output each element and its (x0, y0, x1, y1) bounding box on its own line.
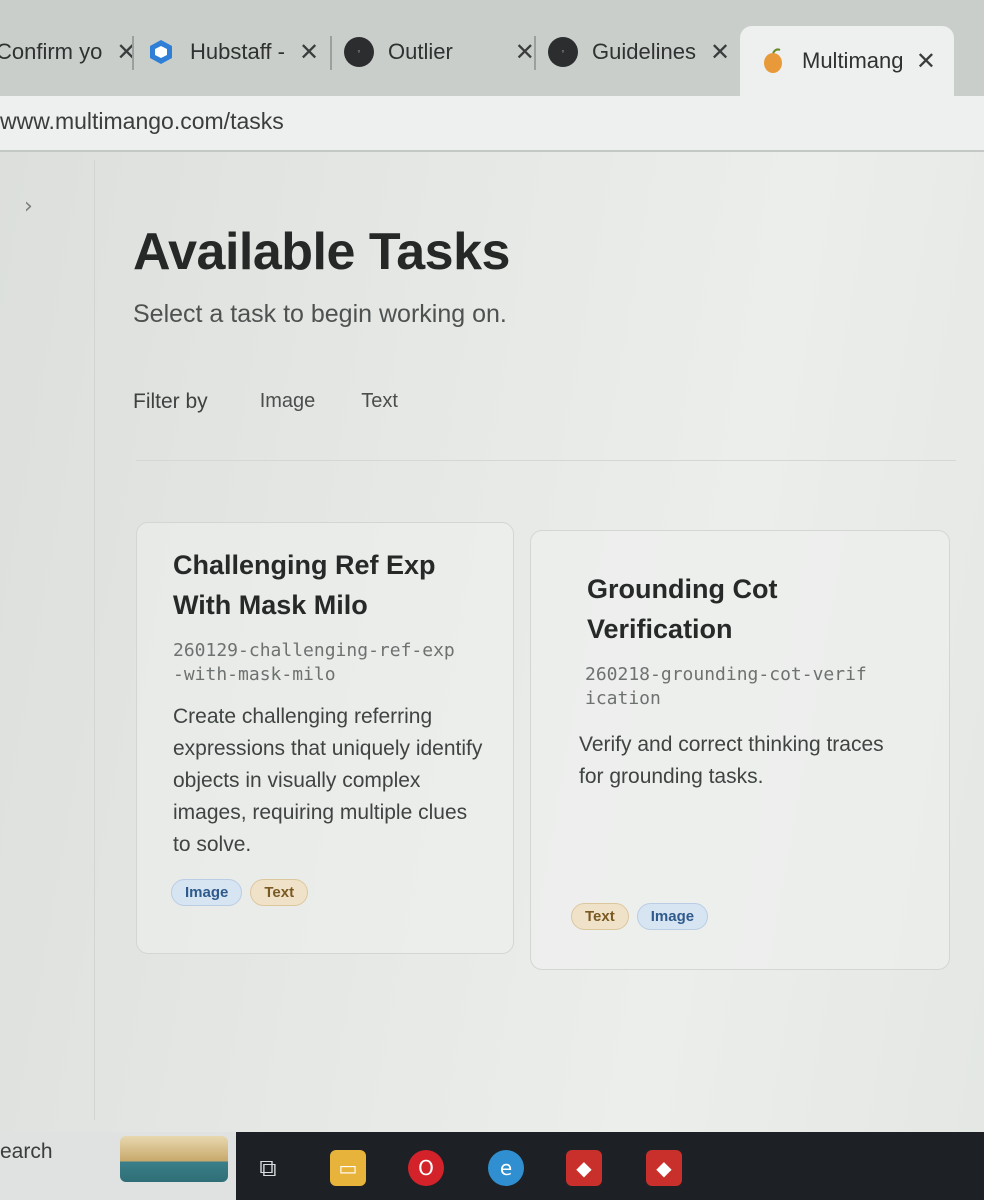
task-tags: Image Text (171, 879, 309, 906)
tab-separator (330, 36, 332, 70)
task-description: Create challenging referring expressions… (173, 705, 483, 856)
filter-label: Filter by (133, 389, 208, 413)
outlier-icon: ◦ (548, 37, 578, 67)
task-view-icon[interactable]: ⧉ (250, 1150, 286, 1186)
tag-badge: Text (250, 879, 309, 906)
tab-separator (132, 36, 134, 70)
file-explorer-icon[interactable]: ▭ (330, 1150, 366, 1186)
tab-title: Confirm yo (0, 39, 103, 64)
taskbar-search[interactable]: earch (0, 1140, 53, 1164)
page-subtitle: Select a task to begin working on. (133, 300, 507, 328)
tab-title: Hubstaff - (190, 39, 285, 64)
task-id: 260129-challenging-ref-exp-with-mask-mil… (173, 640, 455, 685)
tab-hubstaff[interactable]: Hubstaff - ✕ (146, 22, 319, 82)
tag-badge: Image (636, 903, 709, 930)
close-tab-icon[interactable]: ✕ (710, 38, 730, 66)
close-tab-icon[interactable]: ✕ (916, 47, 936, 75)
tab-title: Multimang (802, 48, 902, 73)
tab-title: Outlier (388, 39, 453, 64)
edge-icon[interactable]: e (488, 1150, 524, 1186)
close-tab-icon[interactable]: ✕ (299, 38, 319, 66)
divider (136, 460, 956, 461)
tab-confirm[interactable]: Confirm yo ✕ (0, 22, 136, 82)
mango-icon (758, 46, 788, 76)
tag-badge: Image (171, 879, 243, 906)
search-highlight-image[interactable] (120, 1136, 228, 1182)
app-icon[interactable]: ◆ (566, 1150, 602, 1186)
app-icon[interactable]: ◆ (646, 1150, 682, 1186)
filter-text-button[interactable]: Text (349, 386, 410, 417)
tab-separator (534, 36, 536, 70)
task-card[interactable]: Challenging Ref Exp With Mask Milo 26012… (136, 522, 514, 954)
tab-title: Guidelines (592, 39, 696, 64)
filter-bar: Filter by Image Text (133, 386, 432, 417)
task-description: Verify and correct thinking traces for g… (579, 733, 884, 788)
page-viewport: › Available Tasks Select a task to begin… (0, 152, 984, 1132)
tab-guidelines[interactable]: ◦ Guidelines ✕ (548, 22, 730, 82)
task-tags: Text Image (571, 903, 709, 930)
address-bar[interactable]: www.multimango.com/tasks (0, 96, 984, 152)
task-card[interactable]: Grounding Cot Verification 260218-ground… (530, 530, 950, 970)
filter-image-button[interactable]: Image (248, 386, 328, 417)
hubstaff-icon (146, 37, 176, 67)
outlier-icon: ◦ (344, 37, 374, 67)
chevron-right-icon[interactable]: › (24, 194, 33, 219)
task-title: Grounding Cot Verification (587, 574, 778, 644)
page-title: Available Tasks (133, 223, 510, 281)
opera-icon[interactable]: O (408, 1150, 444, 1186)
task-title: Challenging Ref Exp With Mask Milo (173, 550, 436, 620)
tag-badge: Text (571, 903, 629, 930)
task-id: 260218-grounding-cot-verification (585, 664, 867, 709)
tab-outlier[interactable]: ◦ Outlier ✕ (344, 22, 535, 82)
close-tab-icon[interactable]: ✕ (515, 38, 535, 66)
tab-multimango[interactable]: Multimang ✕ (740, 26, 954, 96)
url-text[interactable]: www.multimango.com/tasks (0, 108, 284, 135)
browser-tab-strip: Confirm yo ✕ Hubstaff - ✕ ◦ Outlier ✕ ◦ … (0, 0, 984, 96)
taskbar: earch ⧉ ▭ O e ◆ ◆ (0, 1132, 984, 1200)
